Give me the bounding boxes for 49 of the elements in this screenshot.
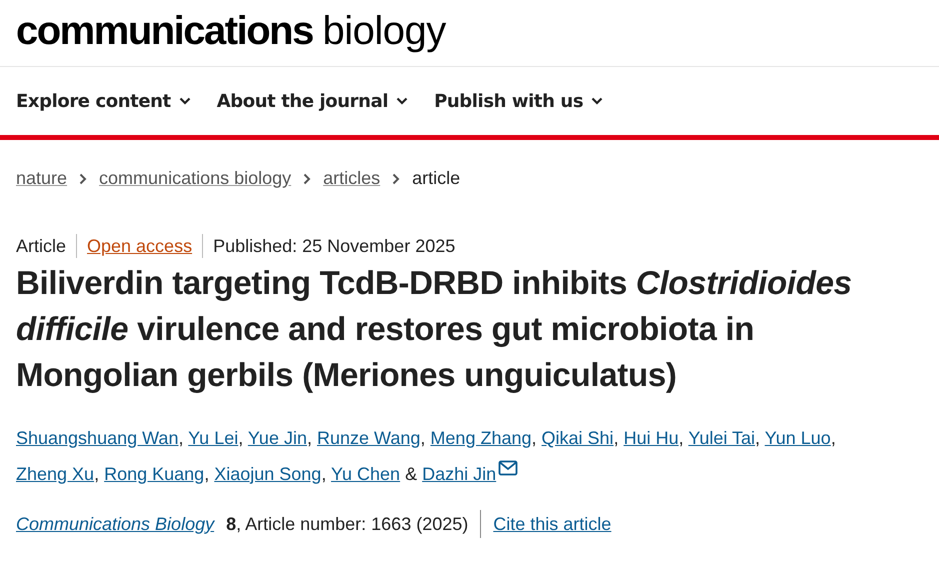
author-separator: , [830, 428, 836, 448]
author-link[interactable]: Yu Lei [188, 428, 238, 448]
author-link[interactable]: Yun Luo [764, 428, 831, 448]
nav-menu-button[interactable]: About the journal [216, 90, 408, 112]
author-separator: , [321, 464, 326, 484]
author-separator: , [678, 428, 684, 448]
author-link[interactable]: Shuangshuang Wan [16, 428, 178, 448]
journal-link[interactable]: Communications Biology [16, 514, 214, 534]
chevron-icon [178, 97, 191, 105]
author-separator: , [94, 464, 100, 484]
author-link[interactable]: Yu Chen [331, 464, 400, 484]
breadcrumb-current: article [412, 168, 460, 189]
author-separator: , [755, 428, 760, 448]
author-link[interactable]: Meng Zhang [430, 428, 532, 448]
nav-menu-button[interactable]: Publish with us [434, 90, 604, 112]
author-separator: , [178, 428, 184, 448]
author-separator: , [420, 428, 426, 448]
author-separator: , [532, 428, 537, 448]
author-separator: , [204, 464, 210, 484]
breadcrumb-link[interactable]: communications biology [99, 168, 292, 189]
mail-icon[interactable] [498, 460, 518, 476]
article-type: Article [16, 236, 66, 256]
author-separator: , [306, 428, 312, 448]
citation-details: 8, Article number: 1663 (2025) [226, 514, 468, 534]
breadcrumb-link[interactable]: articles [323, 168, 380, 189]
author-separator: , [614, 428, 619, 448]
author-link[interactable]: Zheng Xu [16, 464, 94, 484]
author-separator: & [405, 464, 418, 484]
author-separator: , [238, 428, 244, 448]
chevron-icon [591, 97, 604, 105]
open-access-link[interactable]: Open access [87, 236, 192, 256]
author-link[interactable]: Yulei Tai [688, 428, 756, 448]
chevron-right-icon [392, 172, 400, 184]
author-link[interactable]: Rong Kuang [104, 464, 204, 484]
breadcrumb-link[interactable]: nature [16, 168, 68, 189]
author-link[interactable]: Yue Jin [248, 428, 307, 448]
journal-logo[interactable]: communications biology [16, 11, 446, 55]
chevron-right-icon [79, 172, 88, 184]
published-date: Published: 25 November 2025 [213, 236, 456, 256]
article-title: Biliverdin targeting TcdB-DRBD inhibits Clostridioides difficile virulence and restores gut microbiota in Mongolian gerbils (Meriones unguiculatus) [16, 263, 853, 395]
chevron-right-icon [303, 172, 312, 184]
author-link[interactable]: Qikai Shi [542, 428, 614, 448]
author-link[interactable]: Runze Wang [317, 428, 420, 448]
author-link[interactable]: Dazhi Jin [422, 464, 496, 484]
nav-menu-button[interactable]: Explore content [16, 90, 191, 112]
author-link[interactable]: Xiaojun Song [214, 464, 322, 484]
chevron-icon [396, 97, 408, 105]
cite-link[interactable]: Cite this article [493, 514, 612, 534]
author-link[interactable]: Hui Hu [624, 428, 679, 448]
